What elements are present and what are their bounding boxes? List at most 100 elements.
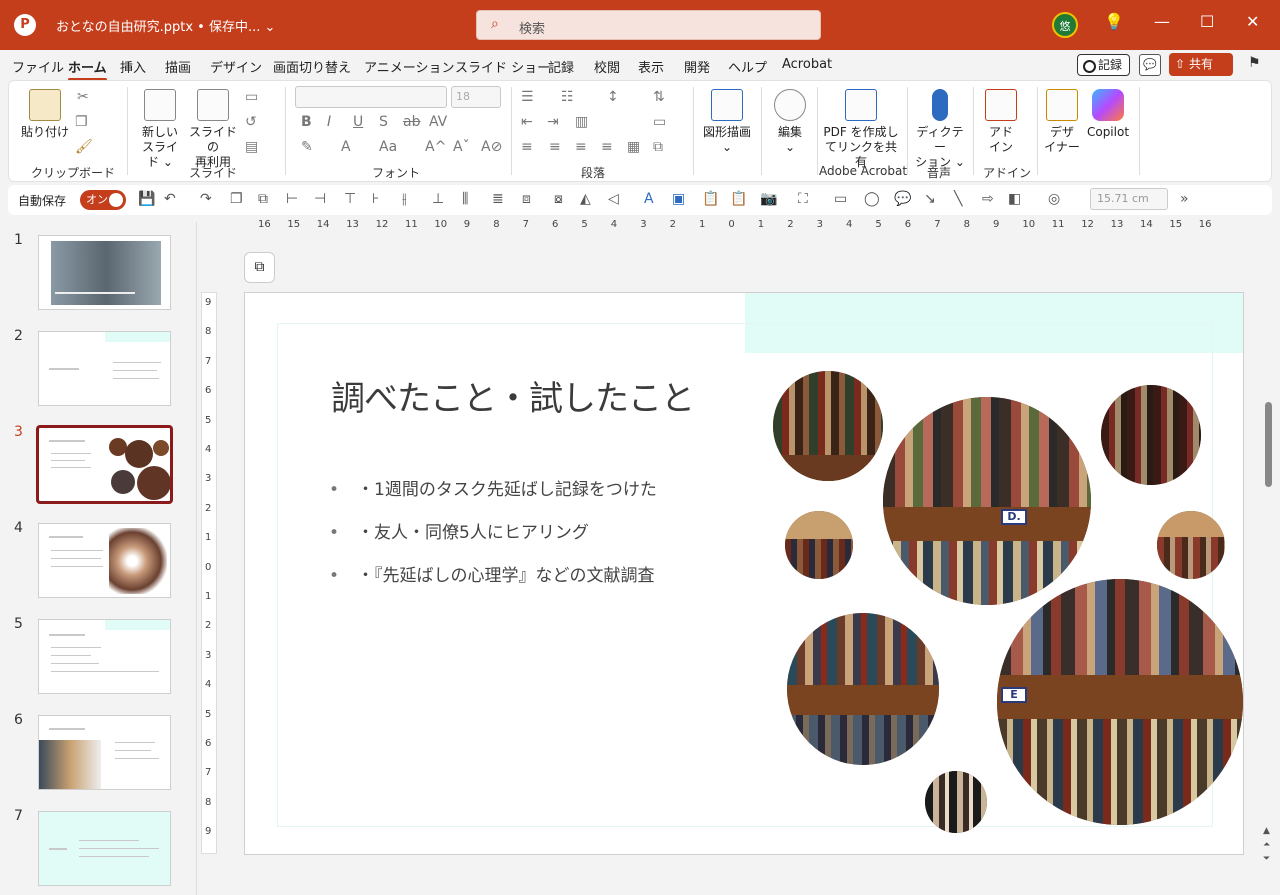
tab-view[interactable]: 表示 (638, 57, 664, 76)
next-slide-icon[interactable]: ⏷ (1263, 854, 1270, 864)
prev-slide-icon[interactable]: ⏶ (1263, 840, 1270, 850)
vertical-text-box-icon[interactable]: ▣ (672, 191, 685, 207)
scroll-up-icon[interactable]: ▲ (1263, 826, 1270, 836)
save-icon[interactable]: 💾 (138, 191, 155, 207)
bookshelf-circle[interactable] (925, 771, 987, 833)
record-button[interactable]: 記録 (1077, 54, 1130, 76)
strikethrough-icon[interactable]: ab (403, 114, 420, 130)
lightbulb-icon[interactable]: 💡 (1104, 12, 1124, 31)
paste-button[interactable]: 貼り付け (21, 89, 69, 140)
block-arrow-icon[interactable]: ⇨ (982, 191, 994, 207)
tab-review[interactable]: 校閲 (594, 57, 620, 76)
slide-canvas[interactable]: 調べたこと・試したこと ・1週間のタスク先延ばし記録をつけた ・友人・同僚5人に… (244, 292, 1244, 855)
numbering-icon[interactable]: ☷ (561, 89, 574, 105)
font-color-icon[interactable]: A (341, 139, 351, 155)
reuse-slides-button[interactable]: スライドの 再利用 (187, 89, 239, 170)
underline-icon[interactable]: U (353, 114, 363, 130)
flip-horizontal-icon[interactable]: ◭ (580, 191, 591, 207)
slide-bullet-list[interactable]: ・1週間のタスク先延ばし記録をつけた ・友人・同僚5人にヒアリング ・『先延ばし… (329, 469, 657, 598)
shadow-icon[interactable]: S (379, 114, 388, 130)
comments-button[interactable]: 💬 (1139, 54, 1161, 76)
font-size-combo[interactable]: 18 (451, 86, 501, 108)
crop-icon[interactable]: ⛶ (798, 191, 808, 207)
align-right-icon[interactable]: ≡ (575, 139, 587, 155)
more-toolbar-icon[interactable]: » (1180, 191, 1189, 207)
maximize-button[interactable]: ☐ (1200, 12, 1214, 31)
bookshelf-circle[interactable]: D. (883, 397, 1091, 605)
paste-special-icon[interactable]: 📋 (702, 191, 719, 207)
align-right-objects-icon[interactable]: ⊣ (314, 191, 326, 207)
send-backward-icon[interactable]: ⧇ (554, 191, 563, 207)
align-text-icon[interactable]: ▭ (653, 114, 666, 130)
arrow-line-icon[interactable]: ↘ (924, 191, 936, 207)
document-title[interactable]: おとなの自由研究.pptx • 保存中... ⌄ (56, 16, 275, 35)
align-middle-objects-icon[interactable]: ⊦ (372, 191, 379, 207)
paste-picture-icon[interactable]: 📋 (730, 191, 747, 207)
tab-animations[interactable]: アニメーション (364, 57, 454, 76)
cut-icon[interactable]: ✂ (77, 89, 89, 105)
addins-button[interactable]: アド イン (979, 89, 1023, 155)
slide-thumbnail-5[interactable] (38, 619, 171, 694)
columns-icon[interactable]: ▥ (575, 114, 588, 130)
copy-icon[interactable]: ❐ (75, 114, 88, 130)
minimize-button[interactable]: — (1154, 12, 1170, 31)
align-left-objects-icon[interactable]: ⊢ (286, 191, 298, 207)
slide-thumbnail-2[interactable] (38, 331, 171, 406)
bookshelf-circle[interactable] (773, 371, 883, 481)
search-box[interactable]: ⌕ 検索 (476, 10, 821, 40)
tab-draw[interactable]: 描画 (165, 57, 191, 76)
designer-suggest-icon[interactable]: ⧉ (244, 252, 275, 283)
distribute-v-icon[interactable]: ≣ (492, 191, 504, 207)
section-icon[interactable]: ▤ (245, 139, 258, 155)
slide-thumbnail-4[interactable] (38, 523, 171, 598)
line-spacing-icon[interactable]: ↕ (607, 89, 619, 105)
tab-file[interactable]: ファイル (12, 57, 64, 76)
slide-thumbnail-6[interactable] (38, 715, 171, 790)
increase-indent-icon[interactable]: ⇥ (547, 114, 559, 130)
text-box-icon[interactable]: A (644, 191, 654, 207)
change-case-icon[interactable]: Aa (379, 139, 397, 155)
decrease-font-icon[interactable]: Aˇ (453, 139, 470, 155)
bookshelf-circle[interactable] (1101, 385, 1201, 485)
ungroup-icon[interactable]: ⧉ (258, 191, 268, 207)
flip-vertical-icon[interactable]: ◁ (608, 191, 619, 207)
slide-thumbnail-1[interactable] (38, 235, 171, 310)
distribute-h-icon[interactable]: ⫼ (462, 191, 468, 207)
highlight-icon[interactable]: ✎ (301, 139, 313, 155)
slide-thumbnail-3[interactable] (36, 425, 173, 504)
align-bottom-objects-icon[interactable]: ⊥ (432, 191, 444, 207)
designer-button[interactable]: デザ イナー (1041, 89, 1083, 155)
bookshelf-circle[interactable] (1157, 511, 1225, 579)
align-left-icon[interactable]: ≡ (521, 139, 533, 155)
tab-design[interactable]: デザイン (210, 57, 262, 76)
new-slide-button[interactable]: 新しい スライド ⌄ (137, 89, 183, 170)
smartart-icon[interactable]: ⧉ (653, 139, 663, 155)
tab-slideshow[interactable]: スライド ショー (455, 57, 550, 76)
shapes-gallery-icon[interactable]: ◧ (1008, 191, 1021, 207)
vertical-scrollbar[interactable]: ▲ ⏶ ⏷ (1262, 222, 1274, 872)
distribute-icon[interactable]: ▦ (627, 139, 640, 155)
shapes-button[interactable]: 図形描画 ⌄ (699, 89, 755, 155)
text-direction-icon[interactable]: ⇅ (653, 89, 665, 105)
bookshelf-circle[interactable] (785, 511, 853, 579)
decrease-indent-icon[interactable]: ⇤ (521, 114, 533, 130)
line-icon[interactable]: ╲ (954, 191, 962, 207)
justify-icon[interactable]: ≡ (601, 139, 613, 155)
font-name-combo[interactable] (295, 86, 447, 108)
align-center-objects-icon[interactable]: ⫲ (402, 191, 407, 207)
avatar[interactable]: 悠 (1052, 12, 1078, 38)
format-painter-icon[interactable]: 🖌 (75, 139, 93, 155)
align-top-objects-icon[interactable]: ⊤ (344, 191, 356, 207)
reset-icon[interactable]: ↺ (245, 114, 257, 130)
group-icon[interactable]: ❐ (230, 191, 243, 207)
share-button[interactable]: 共有 (1169, 53, 1233, 76)
bold-icon[interactable]: B (301, 114, 312, 130)
tab-insert[interactable]: 挿入 (120, 57, 146, 76)
tab-home[interactable]: ホーム (68, 57, 107, 81)
pane-divider[interactable] (196, 222, 197, 895)
tab-help[interactable]: ヘルプ (728, 57, 767, 76)
dictate-button[interactable]: ディクテー ション ⌄ (913, 89, 967, 170)
align-center-icon[interactable]: ≡ (549, 139, 561, 155)
tab-transitions[interactable]: 画面切り替え (273, 57, 351, 76)
redo-icon[interactable]: ↷ (200, 191, 212, 207)
